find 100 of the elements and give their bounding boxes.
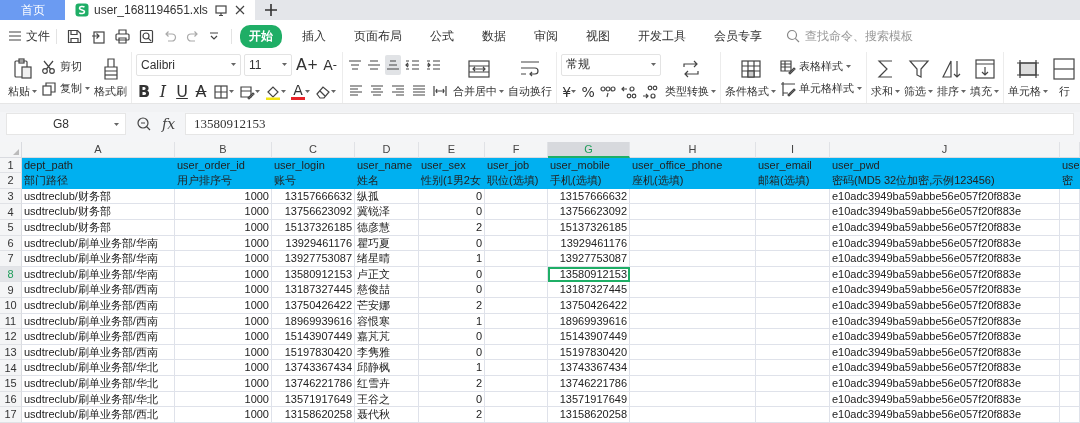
empty-cell[interactable] [756,329,830,345]
table-cell[interactable]: 1000 [175,391,272,408]
empty-cell[interactable] [1060,297,1080,314]
table-cell[interactable]: 15143907449 [548,329,630,345]
table-cell[interactable]: 1000 [175,204,272,220]
empty-cell[interactable] [485,407,548,423]
empty-cell[interactable] [630,329,756,345]
add-tab-icon[interactable] [265,4,277,16]
empty-cell[interactable] [630,344,756,361]
empty-cell[interactable] [1060,313,1080,330]
table-cell[interactable]: 1000 [175,313,272,330]
fill-button[interactable]: 填充 [970,56,1000,99]
column-header[interactable] [1060,142,1080,158]
empty-cell[interactable] [756,407,830,423]
table-cell[interactable]: 13756623092 [548,204,630,220]
table-cell[interactable]: 15143907449 [272,329,355,345]
table-cell[interactable]: 13929461176 [548,235,630,252]
undo-icon[interactable] [163,29,177,43]
empty-cell[interactable] [756,360,830,376]
table-cell[interactable]: 嘉芃芃 [355,329,419,345]
sum-button[interactable]: 求和 [871,56,901,99]
table-cell[interactable]: 13187327445 [272,282,355,298]
table-cell[interactable]: e10adc3949ba59abbe56e057f20f883e [830,391,1060,408]
table-cell[interactable]: 2 [419,407,485,423]
empty-cell[interactable] [485,251,548,267]
empty-cell[interactable] [1060,219,1080,236]
table-cell[interactable]: 13157666632 [548,188,630,205]
empty-cell[interactable] [1060,407,1080,423]
table-cell[interactable]: 13743367434 [548,360,630,376]
header-cell[interactable]: 账号 [272,173,355,189]
empty-cell[interactable] [756,344,830,361]
empty-cell[interactable] [630,188,756,205]
empty-cell[interactable] [485,266,548,283]
table-cell[interactable]: 绪星晴 [355,251,419,267]
table-cell[interactable]: 18969939616 [272,313,355,330]
table-cell[interactable]: 慈俊喆 [355,282,419,298]
copy-button[interactable]: 复制 [41,80,90,97]
ribbon-tab[interactable]: 会员专享 [706,24,770,48]
table-cell[interactable]: usdtreclub/刷单业务部/西南 [22,344,175,361]
empty-cell[interactable] [756,204,830,220]
table-cell[interactable]: e10adc3949ba59abbe56e057f20f883e [830,188,1060,205]
column-header[interactable]: E [419,142,485,158]
paste-button[interactable]: 粘贴 [8,56,37,99]
table-cell[interactable]: 13187327445 [548,282,630,298]
export-icon[interactable] [91,28,106,44]
empty-cell[interactable] [630,360,756,376]
column-header[interactable]: J [830,142,1060,158]
table-cell[interactable]: 15137326185 [272,219,355,236]
type-convert-button[interactable]: 类型转换 [665,56,717,99]
table-cell[interactable]: usdtreclub/财务部 [22,188,175,205]
print-preview-icon[interactable] [139,28,154,44]
table-cell[interactable]: 卢正文 [355,266,419,283]
ribbon-tab[interactable]: 公式 [422,24,462,48]
table-cell[interactable]: e10adc3949ba59abbe56e057f20f883e [830,219,1060,236]
table-cell[interactable]: usdtreclub/刷单业务部/西南 [22,297,175,314]
empty-cell[interactable] [1060,344,1080,361]
ribbon-tab[interactable]: 开发工具 [630,24,694,48]
table-cell[interactable]: 15137326185 [548,219,630,236]
table-cell[interactable]: e10adc3949ba59abbe56e057f20f883e [830,329,1060,345]
table-cell[interactable]: 0 [419,329,485,345]
align-bottom-button[interactable] [385,54,402,75]
table-cell[interactable]: 0 [419,188,485,205]
formula-field[interactable]: 13580912153 [185,113,1074,135]
table-cell[interactable]: 1000 [175,344,272,361]
table-cell[interactable]: 1000 [175,251,272,267]
empty-cell[interactable] [485,391,548,408]
table-cell[interactable]: 瞿巧夏 [355,235,419,252]
column-header[interactable]: C [272,142,355,158]
header-cell[interactable]: 用户排序号 [175,173,272,189]
row-header[interactable]: 2 [0,173,22,189]
table-cell[interactable]: e10adc3949ba59abbe56e057f20f883e [830,251,1060,267]
table-cell[interactable]: 13580912153 [548,266,630,283]
table-cell[interactable]: e10adc3949ba59abbe56e057f20f883e [830,266,1060,283]
table-cell[interactable]: 邱静枫 [355,360,419,376]
empty-cell[interactable] [485,313,548,330]
table-cell[interactable]: usdtreclub/财务部 [22,219,175,236]
table-cell[interactable]: 0 [419,235,485,252]
header-cell[interactable]: 性别(1男2女 [419,173,485,189]
header-cell[interactable]: 密 [1060,173,1080,189]
save-icon[interactable] [67,28,82,44]
table-cell[interactable]: e10adc3949ba59abbe56e057f20f883e [830,282,1060,298]
table-cell[interactable]: 13929461176 [272,235,355,252]
empty-cell[interactable] [485,219,548,236]
empty-cell[interactable] [756,235,830,252]
number-format-dropdown[interactable]: 常规 [561,53,662,76]
cut-button[interactable]: 剪切 [41,58,90,75]
table-cell[interactable]: 1000 [175,219,272,236]
empty-cell[interactable] [756,297,830,314]
table-cell[interactable]: usdtreclub/刷单业务部/华南 [22,251,175,267]
empty-cell[interactable] [630,235,756,252]
ribbon-tab[interactable]: 页面布局 [346,24,410,48]
empty-cell[interactable] [485,375,548,392]
column-header[interactable]: D [355,142,419,158]
header-cell[interactable]: 姓名 [355,173,419,189]
table-cell[interactable]: 2 [419,375,485,392]
empty-cell[interactable] [485,188,548,205]
percent-button[interactable]: % [580,81,597,102]
table-cell[interactable]: 13571917649 [548,391,630,408]
table-cell[interactable]: e10adc3949ba59abbe56e057f20f883e [830,344,1060,361]
table-cell[interactable]: 13746221786 [272,375,355,392]
